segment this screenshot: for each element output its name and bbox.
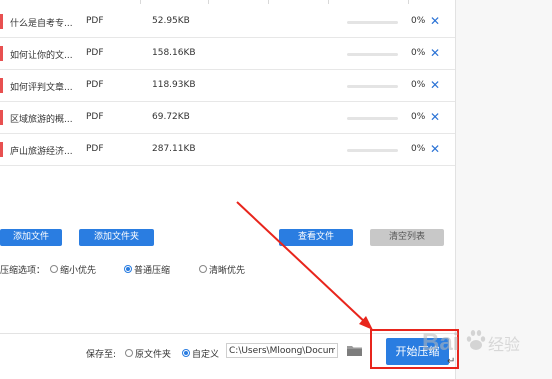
- file-name: 什么是自考专...: [10, 19, 73, 29]
- divider: [0, 333, 455, 334]
- progress-bar: [347, 85, 398, 88]
- header-column-separator: [60, 0, 141, 4]
- radio-size-priority[interactable]: [50, 265, 58, 273]
- view-file-button[interactable]: 查看文件: [279, 229, 353, 246]
- file-row[interactable]: 如何评判文章... PDF 118.93KB 0% ✕: [0, 70, 455, 102]
- file-size: 52.95KB: [152, 16, 190, 26]
- radio-custom-folder-label[interactable]: 自定义: [192, 347, 219, 360]
- clear-list-button[interactable]: 清空列表: [370, 229, 444, 246]
- row-marker: [0, 110, 3, 125]
- row-marker: [0, 46, 3, 61]
- progress-bar: [347, 21, 398, 24]
- header-column-separator: [328, 0, 409, 4]
- file-row[interactable]: 庐山旅游经济... PDF 287.11KB 0% ✕: [0, 134, 455, 166]
- side-panel: [455, 0, 552, 379]
- remove-file-icon[interactable]: ✕: [430, 78, 440, 92]
- row-marker: [0, 78, 3, 93]
- file-size: 287.11KB: [152, 144, 196, 154]
- radio-clarity-priority[interactable]: [199, 265, 207, 273]
- progress-percent: 0%: [411, 16, 426, 26]
- save-to-label: 保存至:: [86, 350, 117, 360]
- file-type: PDF: [86, 80, 104, 90]
- radio-normal-compress[interactable]: [124, 265, 132, 273]
- file-size: 69.72KB: [152, 112, 190, 122]
- folder-icon[interactable]: [346, 344, 363, 357]
- file-name: 如何让你的文...: [10, 51, 73, 61]
- file-type: PDF: [86, 144, 104, 154]
- compress-options-label: 压缩选项：: [0, 266, 46, 276]
- radio-normal-compress-label[interactable]: 普通压缩: [134, 263, 170, 276]
- add-file-button[interactable]: 添加文件: [0, 229, 62, 246]
- file-row[interactable]: 区域旅游的概... PDF 69.72KB 0% ✕: [0, 102, 455, 134]
- start-compress-button[interactable]: 开始压缩: [386, 338, 449, 365]
- progress-bar: [347, 53, 398, 56]
- remove-file-icon[interactable]: ✕: [430, 14, 440, 28]
- file-row[interactable]: 什么是自考专... PDF 52.95KB 0% ✕: [0, 6, 455, 38]
- row-marker: [0, 142, 3, 157]
- file-compressor-window: 什么是自考专... PDF 52.95KB 0% ✕ 如何让你的文... PDF…: [0, 0, 552, 379]
- text-cursor-icon: ↵: [447, 356, 456, 367]
- progress-bar: [347, 149, 398, 152]
- header-column-separator: [140, 0, 209, 4]
- row-marker: [0, 14, 3, 29]
- compress-options: 压缩选项： 缩小优先 普通压缩 清晰优先: [0, 263, 455, 277]
- header-column-separator: [208, 0, 269, 4]
- file-row[interactable]: 如何让你的文... PDF 158.16KB 0% ✕: [0, 38, 455, 70]
- file-type: PDF: [86, 16, 104, 26]
- progress-percent: 0%: [411, 112, 426, 122]
- save-path-input[interactable]: [226, 343, 338, 358]
- progress-bar: [347, 117, 398, 120]
- radio-clarity-priority-label[interactable]: 清晰优先: [209, 263, 245, 276]
- radio-original-folder-label[interactable]: 原文件夹: [135, 347, 171, 360]
- remove-file-icon[interactable]: ✕: [430, 142, 440, 156]
- radio-size-priority-label[interactable]: 缩小优先: [60, 263, 96, 276]
- file-size: 158.16KB: [152, 48, 196, 58]
- file-type: PDF: [86, 112, 104, 122]
- progress-percent: 0%: [411, 80, 426, 90]
- progress-percent: 0%: [411, 144, 426, 154]
- add-folder-button[interactable]: 添加文件夹: [79, 229, 154, 246]
- progress-percent: 0%: [411, 48, 426, 58]
- header-column-separator: [268, 0, 329, 4]
- file-name: 庐山旅游经济...: [10, 147, 73, 157]
- remove-file-icon[interactable]: ✕: [430, 110, 440, 124]
- radio-custom-folder[interactable]: [182, 349, 190, 357]
- file-name: 区域旅游的概...: [10, 115, 73, 125]
- file-size: 118.93KB: [152, 80, 196, 90]
- file-name: 如何评判文章...: [10, 83, 73, 93]
- file-type: PDF: [86, 48, 104, 58]
- remove-file-icon[interactable]: ✕: [430, 46, 440, 60]
- radio-original-folder[interactable]: [125, 349, 133, 357]
